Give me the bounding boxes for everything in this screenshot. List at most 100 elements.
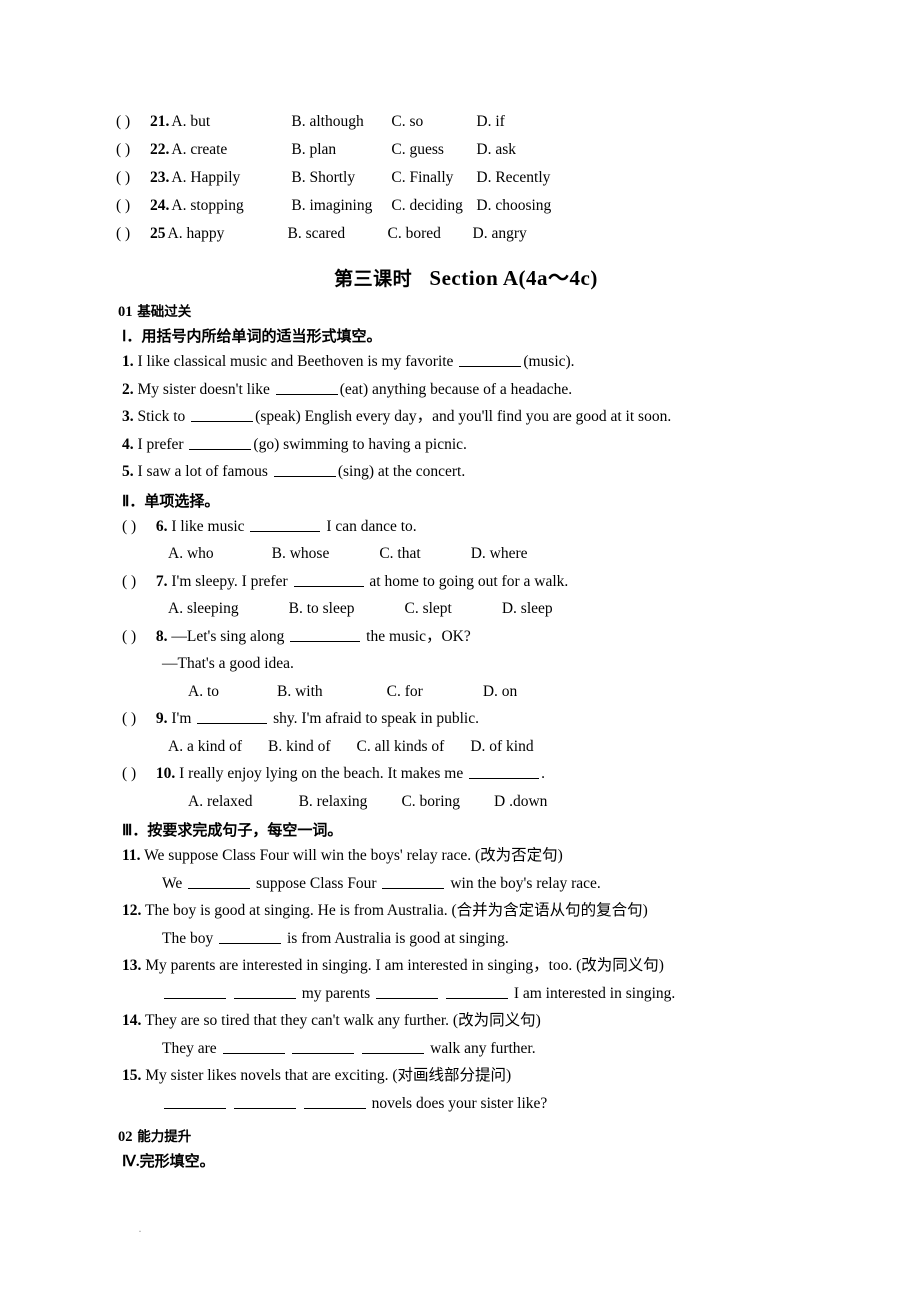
choice-a[interactable]: A. happy [168, 220, 288, 248]
answer-blank[interactable] [275, 381, 338, 395]
choice-c[interactable]: C. slept [404, 600, 451, 617]
answer-paren[interactable]: ( ) [116, 136, 150, 164]
choice-d[interactable]: D .down [494, 793, 547, 810]
answer-blank[interactable] [222, 1040, 285, 1054]
answer-paren[interactable]: ( ) [122, 568, 152, 596]
choice-d[interactable]: D. Recently [476, 164, 550, 192]
choice-c[interactable]: C. so [391, 108, 476, 136]
answer-blank[interactable] [382, 875, 445, 889]
choice-b[interactable]: B. although [291, 108, 391, 136]
answer-blank[interactable] [459, 353, 522, 367]
answer-blank[interactable] [250, 518, 321, 532]
answer-blank[interactable] [233, 985, 296, 999]
item-number: 6. [155, 517, 168, 535]
item-text-pre: I saw a lot of famous [137, 463, 268, 480]
choice-c[interactable]: C. that [379, 545, 420, 562]
answer-paren[interactable]: ( ) [122, 760, 152, 788]
choice-c[interactable]: C. all kinds of [356, 738, 444, 755]
answer-pre: We [162, 874, 183, 892]
answer-blank[interactable] [189, 436, 252, 450]
answer-blank[interactable] [219, 930, 282, 944]
item-number: 4. [122, 435, 134, 453]
answer-blank[interactable] [164, 985, 226, 999]
answer-post: I am interested in singing. [513, 984, 676, 1002]
choice-b[interactable]: B. kind of [268, 738, 330, 755]
choice-b[interactable]: B. with [277, 683, 323, 700]
answer-blank[interactable] [469, 765, 540, 779]
answer-paren[interactable]: ( ) [116, 220, 150, 248]
choice-a[interactable]: A. create [171, 136, 291, 164]
part-02-label: 02 能力提升 [116, 1125, 816, 1146]
answer-blank[interactable] [164, 1095, 226, 1109]
answer-paren[interactable]: ( ) [122, 513, 152, 541]
choice-d[interactable]: D. angry [473, 220, 527, 248]
answer-blank[interactable] [191, 408, 254, 422]
choice-a[interactable]: A. sleeping [168, 600, 239, 617]
fill-item-4: 4. I prefer (go) swimming to having a pi… [116, 431, 816, 459]
choice-a[interactable]: A. who [168, 545, 214, 562]
choice-b[interactable]: B. scared [288, 220, 388, 248]
choice-d[interactable]: D. if [476, 108, 504, 136]
answer-blank[interactable] [293, 573, 364, 587]
choice-a[interactable]: A. relaxed [188, 793, 253, 810]
choice-a[interactable]: A. a kind of [168, 738, 242, 755]
answer-paren[interactable]: ( ) [116, 164, 150, 192]
trans-answer-11: We suppose Class Four win the boy's rela… [116, 870, 816, 898]
answer-post: walk any further. [430, 1039, 536, 1057]
choice-d[interactable]: D. where [471, 545, 528, 562]
choice-c[interactable]: C. bored [388, 220, 473, 248]
item-stem-pre: I really enjoy lying on the beach. It ma… [179, 765, 464, 782]
answer-blank[interactable] [376, 985, 439, 999]
answer-blank[interactable] [188, 875, 251, 889]
choice-d[interactable]: D. ask [476, 136, 516, 164]
choice-a[interactable]: A. but [171, 108, 291, 136]
answer-pre: The boy [162, 929, 214, 947]
choice-c[interactable]: C. guess [391, 136, 476, 164]
answer-pre: They are [162, 1039, 217, 1057]
choice-a[interactable]: A. Happily [171, 164, 291, 192]
question-number: 23. [150, 169, 170, 186]
answer-blank[interactable] [445, 985, 508, 999]
section-heading-cn: 第三课时 [334, 268, 413, 290]
choice-a[interactable]: A. stopping [171, 192, 291, 220]
question-number: 22. [150, 141, 170, 158]
choice-b[interactable]: B. plan [291, 136, 391, 164]
choice-a[interactable]: A. to [188, 683, 219, 700]
choice-b[interactable]: B. to sleep [289, 600, 355, 617]
answer-blank[interactable] [233, 1095, 296, 1109]
item-text-post: (go) swimming to having a picnic. [253, 435, 467, 453]
answer-blank[interactable] [362, 1040, 425, 1054]
choice-b[interactable]: B. imagining [291, 192, 391, 220]
item-stem: My sister likes novels that are exciting… [145, 1067, 512, 1084]
answer-paren[interactable]: ( ) [116, 192, 150, 220]
fill-item-3: 3. Stick to (speak) English every day，an… [116, 403, 816, 431]
answer-blank[interactable] [292, 1040, 355, 1054]
choice-d[interactable]: D. sleep [502, 600, 553, 617]
answer-paren[interactable]: ( ) [116, 108, 150, 136]
choice-c[interactable]: C. deciding [391, 192, 476, 220]
mc-choices-9: A. a kind of B. kind of C. all kinds of D. … [116, 733, 816, 761]
question-number: 24. [150, 197, 170, 214]
answer-blank[interactable] [290, 628, 361, 642]
choice-c[interactable]: C. for [387, 683, 423, 700]
answer-blank[interactable] [303, 1095, 366, 1109]
answer-blank[interactable] [197, 710, 268, 724]
choice-b[interactable]: B. relaxing [299, 793, 368, 810]
question-number: 25 [150, 225, 166, 242]
section-I-label: Ⅰ．用括号内所给单词的适当形式填空。 [116, 325, 816, 346]
section-II-label: Ⅱ．单项选择。 [116, 490, 816, 511]
answer-paren[interactable]: ( ) [122, 705, 152, 733]
choice-c[interactable]: C. Finally [391, 164, 476, 192]
mc-item-8-line2: —That's a good idea. [162, 655, 294, 672]
choice-c[interactable]: C. boring [401, 793, 460, 810]
choice-b[interactable]: B. Shortly [291, 164, 391, 192]
answer-paren[interactable]: ( ) [122, 623, 152, 651]
choice-d[interactable]: D. on [483, 683, 517, 700]
item-number: 13. [122, 957, 142, 974]
mc-row: ( ) 24. A. stopping B. imagining C. deci… [116, 192, 816, 220]
choice-d[interactable]: D. choosing [476, 192, 551, 220]
choice-d[interactable]: D. of kind [470, 738, 533, 755]
answer-blank[interactable] [273, 463, 336, 477]
mc-choices-10: A. relaxed B. relaxing C. boring D .down [116, 788, 816, 816]
choice-b[interactable]: B. whose [272, 545, 330, 562]
